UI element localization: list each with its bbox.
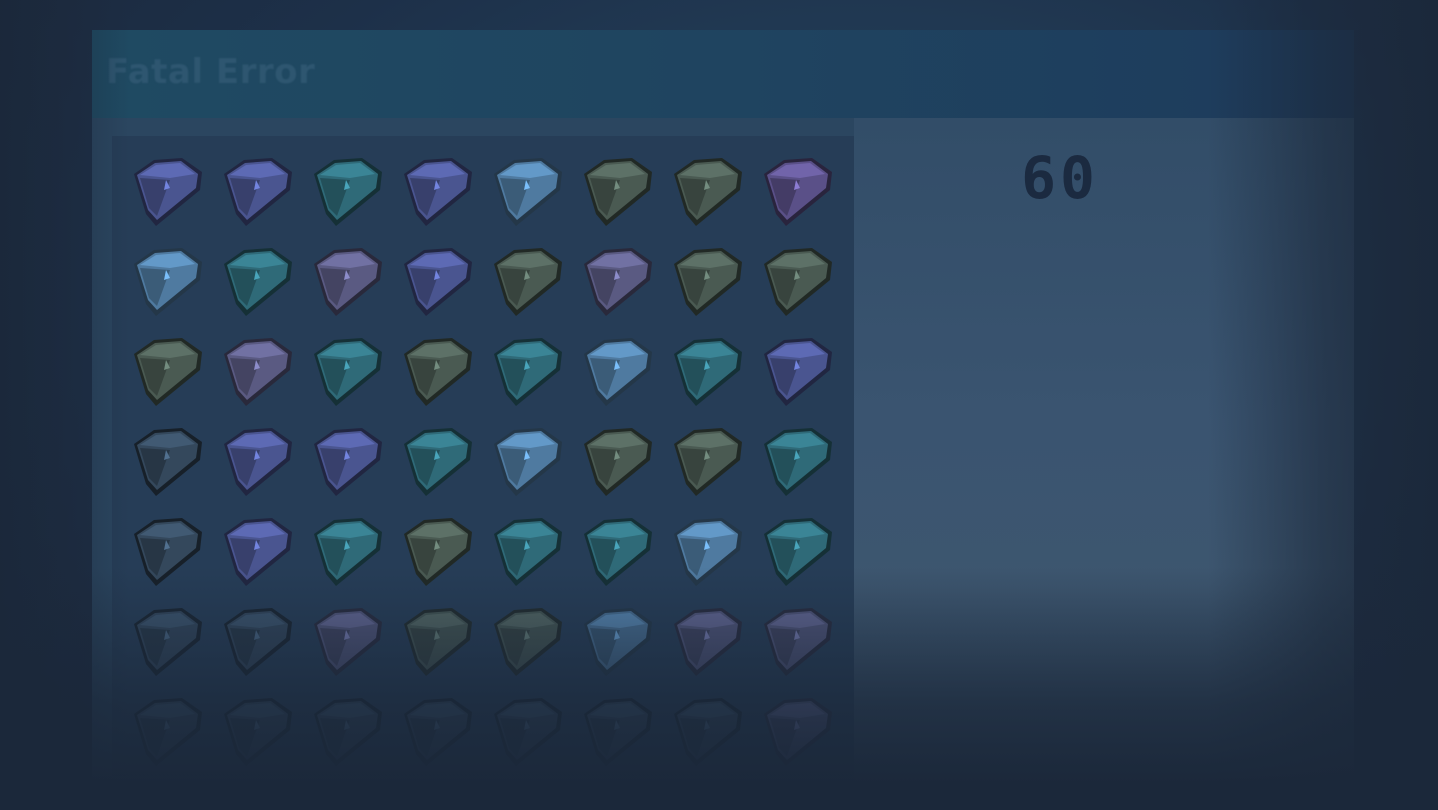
diamond-gem-icon[interactable] — [216, 694, 296, 770]
diamond-gem-icon[interactable] — [756, 514, 836, 590]
diamond-gem-icon[interactable] — [756, 154, 836, 230]
diamond-gem-icon[interactable] — [756, 244, 836, 320]
diamond-gem-icon[interactable] — [216, 244, 296, 320]
diamond-gem-icon[interactable] — [306, 694, 386, 770]
diamond-gem-icon[interactable] — [486, 154, 566, 230]
diamond-gem-icon[interactable] — [396, 334, 476, 410]
diamond-gem-icon[interactable] — [126, 154, 206, 230]
diamond-gem-icon[interactable] — [756, 424, 836, 500]
diamond-gem-icon[interactable] — [306, 514, 386, 590]
diamond-gem-icon[interactable] — [576, 424, 656, 500]
diamond-gem-icon[interactable] — [126, 514, 206, 590]
diamond-gem-icon[interactable] — [666, 424, 746, 500]
diamond-gem-icon[interactable] — [666, 244, 746, 320]
diamond-gem-icon[interactable] — [666, 334, 746, 410]
diamond-gem-icon[interactable] — [216, 424, 296, 500]
diamond-gem-icon[interactable] — [486, 334, 566, 410]
diamond-gem-icon[interactable] — [576, 514, 656, 590]
diamond-gem-icon[interactable] — [576, 694, 656, 770]
diamond-gem-icon[interactable] — [396, 514, 476, 590]
diamond-gem-icon[interactable] — [306, 154, 386, 230]
diamond-gem-icon[interactable] — [756, 604, 836, 680]
diamond-gem-icon[interactable] — [396, 424, 476, 500]
diamond-gem-icon[interactable] — [396, 154, 476, 230]
diamond-gem-icon[interactable] — [756, 334, 836, 410]
diamond-gem-icon[interactable] — [306, 604, 386, 680]
diamond-gem-icon[interactable] — [666, 604, 746, 680]
diamond-gem-icon[interactable] — [486, 694, 566, 770]
diamond-gem-icon[interactable] — [486, 244, 566, 320]
diamond-gem-icon[interactable] — [396, 604, 476, 680]
game-screen: Fatal Error 60 — [0, 0, 1438, 810]
diamond-gem-icon[interactable] — [126, 604, 206, 680]
diamond-gem-icon[interactable] — [126, 694, 206, 770]
diamond-gem-icon[interactable] — [126, 334, 206, 410]
diamond-gem-icon[interactable] — [216, 514, 296, 590]
side-panel — [854, 118, 1354, 790]
move-counter: 60 — [1021, 144, 1099, 212]
diamond-gem-icon[interactable] — [216, 334, 296, 410]
diamond-gem-icon[interactable] — [576, 604, 656, 680]
window-content — [92, 118, 1354, 790]
diamond-gem-icon[interactable] — [396, 694, 476, 770]
diamond-gem-icon[interactable] — [126, 244, 206, 320]
diamond-gem-icon[interactable] — [576, 334, 656, 410]
diamond-gem-icon[interactable] — [306, 424, 386, 500]
window-title: Fatal Error — [106, 52, 316, 92]
diamond-gem-icon[interactable] — [576, 154, 656, 230]
diamond-gem-icon[interactable] — [216, 604, 296, 680]
gem-board[interactable] — [112, 136, 854, 776]
diamond-gem-icon[interactable] — [396, 244, 476, 320]
diamond-gem-icon[interactable] — [576, 244, 656, 320]
diamond-gem-icon[interactable] — [126, 424, 206, 500]
diamond-gem-icon[interactable] — [666, 514, 746, 590]
diamond-gem-icon[interactable] — [216, 154, 296, 230]
diamond-gem-icon[interactable] — [486, 604, 566, 680]
diamond-gem-icon[interactable] — [306, 334, 386, 410]
window-titlebar: Fatal Error — [92, 30, 1354, 120]
diamond-gem-icon[interactable] — [306, 244, 386, 320]
diamond-gem-icon[interactable] — [666, 694, 746, 770]
diamond-gem-icon[interactable] — [666, 154, 746, 230]
diamond-gem-icon[interactable] — [756, 694, 836, 770]
game-window: Fatal Error — [92, 30, 1354, 790]
diamond-gem-icon[interactable] — [486, 424, 566, 500]
diamond-gem-icon[interactable] — [486, 514, 566, 590]
